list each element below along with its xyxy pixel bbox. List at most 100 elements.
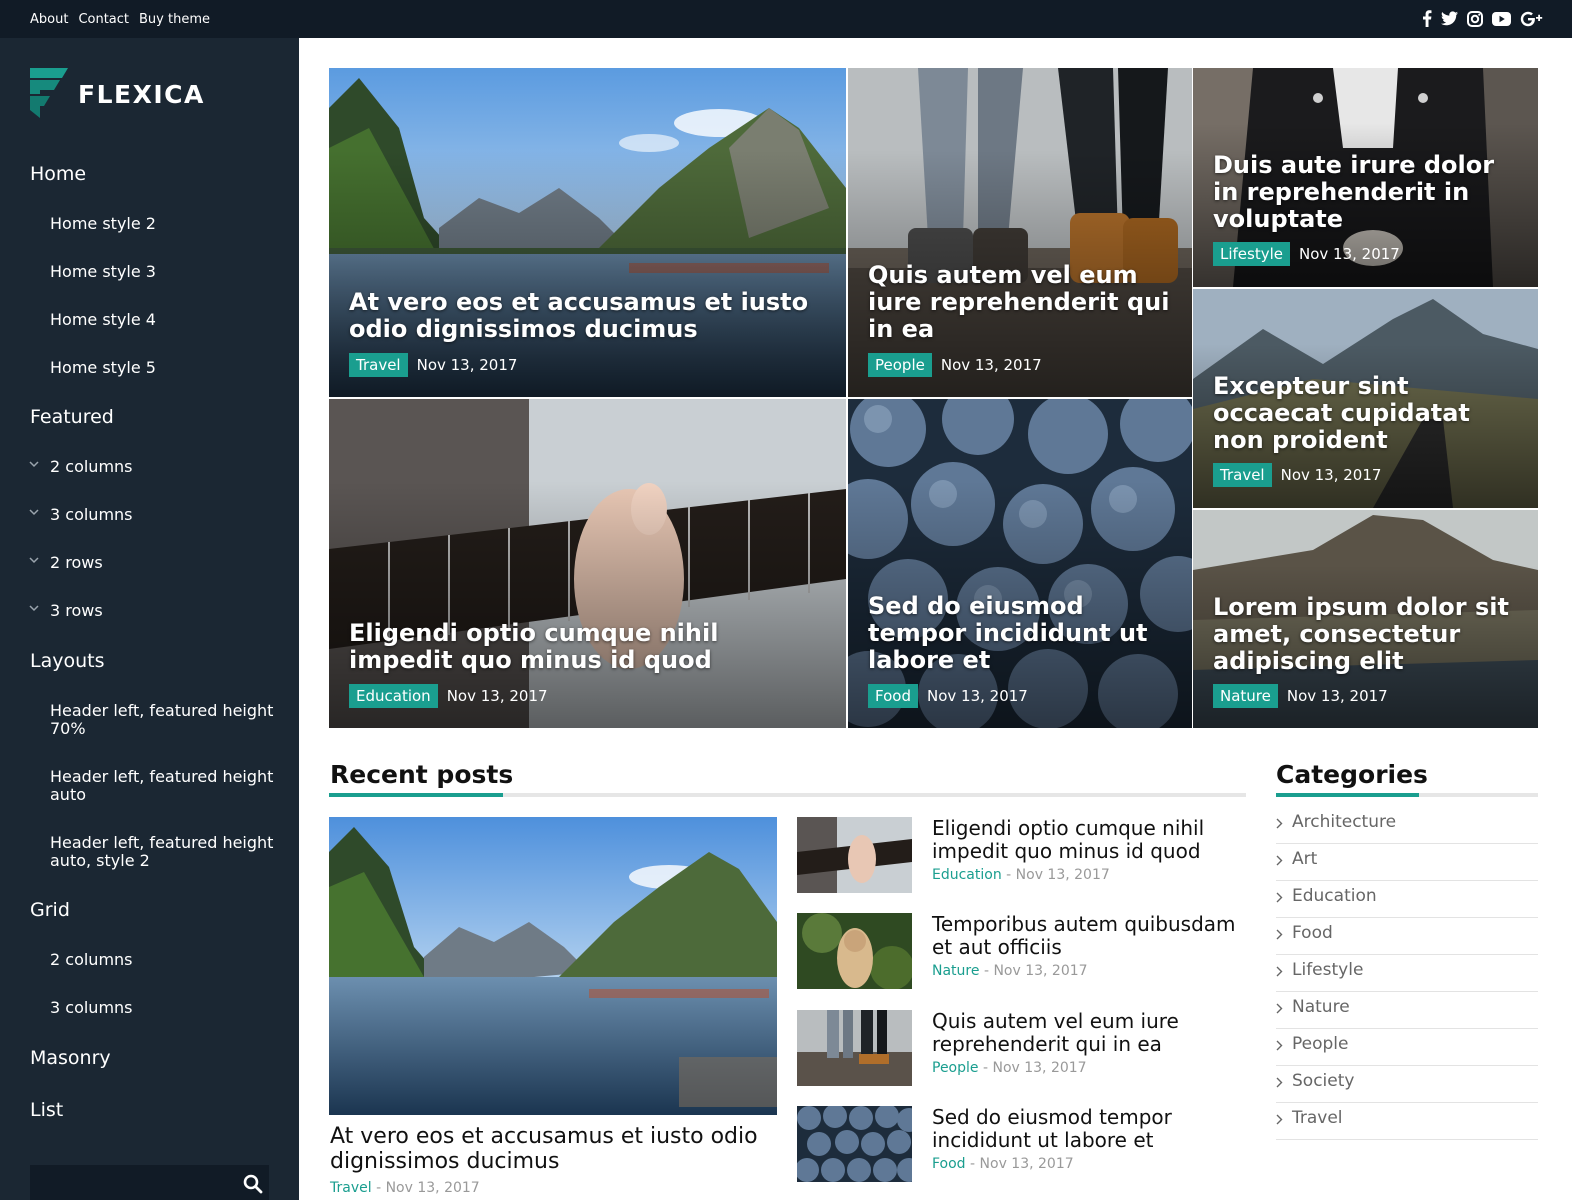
post-title[interactable]: Sed do eiusmod tempor incididunt ut labo… — [932, 1106, 1242, 1152]
post-title[interactable]: Eligendi optio cumque nihil impedit quo … — [932, 817, 1242, 863]
top-link-contact[interactable]: Contact — [78, 12, 129, 27]
category-item[interactable]: Education — [1276, 881, 1538, 918]
category-link[interactable]: Nature — [932, 963, 979, 979]
sidebar-item-layout-70[interactable]: Header left, featured height 70% — [50, 702, 275, 738]
search-icon[interactable] — [243, 1174, 263, 1198]
sidebar-item-grid[interactable]: Grid — [30, 899, 70, 921]
featured-tile[interactable]: Excepteur sint occaecat cupidatat non pr… — [1193, 289, 1538, 508]
sidebar-item-home-style-4[interactable]: Home style 4 — [50, 311, 156, 329]
post-date: - Nov 13, 2017 — [970, 1156, 1074, 1172]
recent-post-item[interactable]: Quis autem vel eum iure reprehenderit qu… — [797, 1010, 1247, 1086]
sidebar-item-label: 3 rows — [50, 601, 103, 620]
sidebar-item-featured-2-rows[interactable]: 2 rows — [29, 554, 103, 572]
sidebar-item-home-style-5[interactable]: Home style 5 — [50, 359, 156, 377]
featured-meta: Travel Nov 13, 2017 — [1213, 463, 1381, 487]
featured-tile[interactable]: Sed do eiusmod tempor incididunt ut labo… — [848, 399, 1192, 728]
category-badge[interactable]: Lifestyle — [1213, 242, 1291, 266]
featured-title[interactable]: Excepteur sint occaecat cupidatat non pr… — [1213, 373, 1520, 454]
recent-main-image[interactable] — [329, 817, 777, 1115]
post-thumbnail[interactable] — [797, 817, 912, 893]
category-link[interactable]: Travel — [330, 1180, 372, 1196]
sidebar: FLEXICA Home Home style 2 Home style 3 H… — [0, 38, 299, 1200]
category-label: Art — [1292, 849, 1318, 869]
post-date: Nov 13, 2017 — [940, 356, 1042, 374]
post-thumbnail[interactable] — [797, 1106, 912, 1182]
chevron-right-icon — [1276, 1114, 1283, 1125]
instagram-icon[interactable] — [1467, 10, 1483, 27]
featured-meta: Food Nov 13, 2017 — [868, 684, 1028, 708]
recent-main-title[interactable]: At vero eos et accusamus et iusto odio d… — [330, 1124, 770, 1174]
category-badge[interactable]: Travel — [1213, 463, 1272, 487]
category-item[interactable]: Food — [1276, 918, 1538, 955]
category-item[interactable]: Nature — [1276, 992, 1538, 1029]
sidebar-item-featured-3-columns[interactable]: 3 columns — [29, 506, 133, 524]
sidebar-item-masonry[interactable]: Masonry — [30, 1047, 111, 1069]
featured-title[interactable]: Sed do eiusmod tempor incididunt ut labo… — [868, 593, 1174, 674]
sidebar-item-featured-3-rows[interactable]: 3 rows — [29, 601, 103, 620]
sidebar-item-layouts[interactable]: Layouts — [30, 650, 105, 672]
post-date: Nov 13, 2017 — [1299, 245, 1400, 263]
category-badge[interactable]: People — [868, 353, 932, 377]
category-link[interactable]: Education — [932, 867, 1002, 883]
category-link[interactable]: People — [932, 1060, 979, 1076]
facebook-icon[interactable] — [1422, 10, 1432, 27]
post-meta: People - Nov 13, 2017 — [932, 1060, 1087, 1076]
sidebar-item-grid-2-columns[interactable]: 2 columns — [50, 951, 133, 969]
twitter-icon[interactable] — [1441, 11, 1458, 26]
featured-title[interactable]: At vero eos et accusamus et iusto odio d… — [349, 289, 828, 343]
featured-tile[interactable]: Duis aute irure dolor in reprehenderit i… — [1193, 68, 1538, 287]
youtube-icon[interactable] — [1492, 11, 1511, 26]
categories-heading: Categories — [1276, 760, 1428, 789]
featured-tile[interactable]: At vero eos et accusamus et iusto odio d… — [329, 68, 846, 397]
post-title[interactable]: Quis autem vel eum iure reprehenderit qu… — [932, 1010, 1242, 1056]
sidebar-item-featured[interactable]: Featured — [30, 406, 114, 428]
top-link-about[interactable]: About — [30, 12, 68, 27]
featured-title[interactable]: Lorem ipsum dolor sit amet, consectetur … — [1213, 594, 1520, 675]
sidebar-item-home[interactable]: Home — [30, 163, 86, 185]
post-meta: Food - Nov 13, 2017 — [932, 1156, 1074, 1172]
category-item[interactable]: Lifestyle — [1276, 955, 1538, 992]
sidebar-item-layout-auto-style-2[interactable]: Header left, featured height auto, style… — [50, 834, 275, 870]
featured-meta: Lifestyle Nov 13, 2017 — [1213, 242, 1400, 266]
logo[interactable]: FLEXICA — [30, 68, 203, 118]
category-item[interactable]: Art — [1276, 844, 1538, 881]
section-accent — [1276, 793, 1419, 797]
category-item[interactable]: Society — [1276, 1066, 1538, 1103]
category-label: Society — [1292, 1071, 1355, 1091]
search-input[interactable] — [30, 1165, 230, 1200]
chevron-down-icon — [29, 605, 39, 612]
category-item[interactable]: People — [1276, 1029, 1538, 1066]
category-item[interactable]: Architecture — [1276, 807, 1538, 844]
sidebar-item-featured-2-columns[interactable]: 2 columns — [29, 458, 133, 476]
post-thumbnail[interactable] — [797, 913, 912, 989]
category-badge[interactable]: Travel — [349, 353, 408, 377]
google-plus-icon[interactable] — [1520, 11, 1544, 27]
category-badge[interactable]: Education — [349, 684, 438, 708]
post-title[interactable]: Temporibus autem quibusdam et aut offici… — [932, 913, 1242, 959]
sidebar-item-grid-3-columns[interactable]: 3 columns — [50, 999, 133, 1017]
featured-title[interactable]: Quis autem vel eum iure reprehenderit qu… — [868, 262, 1174, 343]
category-label: Lifestyle — [1292, 960, 1364, 980]
featured-tile[interactable]: Lorem ipsum dolor sit amet, consectetur … — [1193, 510, 1538, 728]
post-thumbnail[interactable] — [797, 1010, 912, 1086]
top-link-buy-theme[interactable]: Buy theme — [139, 12, 210, 27]
featured-tile[interactable]: Eligendi optio cumque nihil impedit quo … — [329, 399, 846, 728]
category-item[interactable]: Travel — [1276, 1103, 1538, 1140]
featured-title[interactable]: Duis aute irure dolor in reprehenderit i… — [1213, 152, 1520, 233]
sidebar-item-list[interactable]: List — [30, 1099, 63, 1121]
top-bar: About Contact Buy theme — [0, 0, 1572, 38]
recent-post-item[interactable]: Sed do eiusmod tempor incididunt ut labo… — [797, 1106, 1247, 1182]
featured-meta: Nature Nov 13, 2017 — [1213, 684, 1388, 708]
featured-tile[interactable]: Quis autem vel eum iure reprehenderit qu… — [848, 68, 1192, 397]
featured-title[interactable]: Eligendi optio cumque nihil impedit quo … — [349, 620, 828, 674]
recent-post-item[interactable]: Eligendi optio cumque nihil impedit quo … — [797, 817, 1247, 893]
category-link[interactable]: Food — [932, 1156, 966, 1172]
sidebar-item-home-style-2[interactable]: Home style 2 — [50, 215, 156, 233]
category-badge[interactable]: Nature — [1213, 684, 1278, 708]
category-badge[interactable]: Food — [868, 684, 918, 708]
category-label: People — [1292, 1034, 1349, 1054]
chevron-right-icon — [1276, 855, 1283, 866]
sidebar-item-home-style-3[interactable]: Home style 3 — [50, 263, 156, 281]
sidebar-item-layout-auto[interactable]: Header left, featured height auto — [50, 768, 275, 804]
recent-post-item[interactable]: Temporibus autem quibusdam et aut offici… — [797, 913, 1247, 989]
